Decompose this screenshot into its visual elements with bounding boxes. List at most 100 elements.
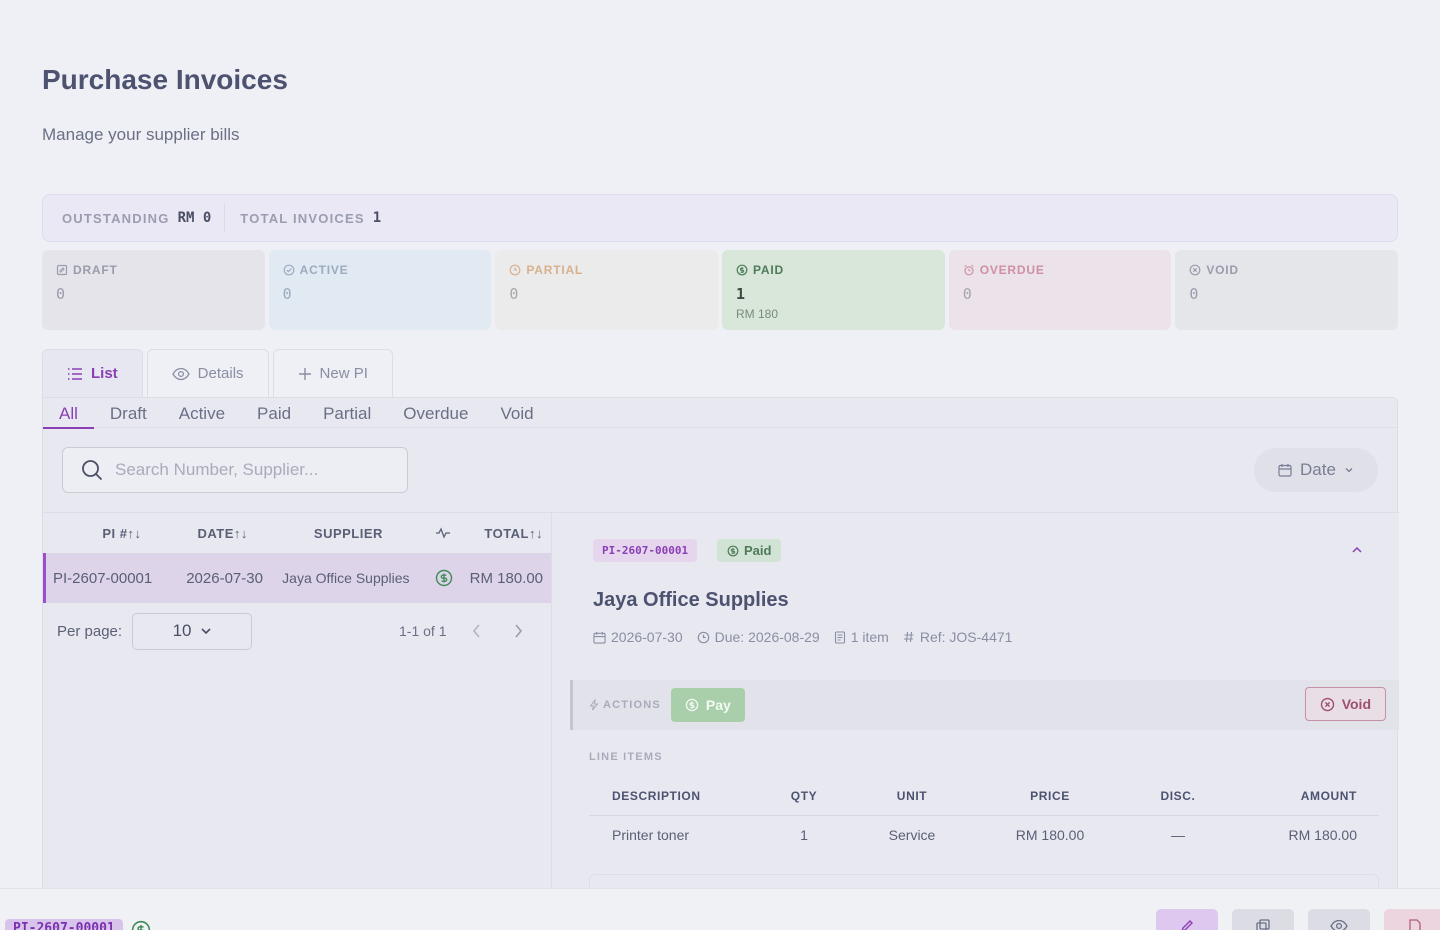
row-supplier: Jaya Office Supplies xyxy=(282,570,410,586)
column-date[interactable]: DATE↑↓ xyxy=(171,526,275,541)
summary-outstanding: OUTSTANDING RM 0 xyxy=(62,210,211,226)
invoice-detail: PI-2607-00001 Paid Jaya Office Supplies … xyxy=(553,512,1399,930)
total-invoices-label: TOTAL INVOICES xyxy=(240,210,365,226)
status-card-label: DRAFT xyxy=(73,263,118,277)
meta-items-value: 1 item xyxy=(850,629,889,645)
date-filter-label: Date xyxy=(1300,460,1336,479)
column-pi[interactable]: PI #↑↓ xyxy=(43,526,171,541)
filter-tab-all[interactable]: All xyxy=(43,398,94,429)
status-card-label: VOID xyxy=(1206,263,1239,277)
meta-ref: Ref: JOS-4471 xyxy=(903,629,1012,645)
li-column-price: PRICE xyxy=(1030,788,1070,803)
filter-tabs: All Draft Active Paid Partial Overdue Vo… xyxy=(43,398,1397,429)
supplier-name: Jaya Office Supplies xyxy=(593,589,789,611)
status-badge-label: Paid xyxy=(744,543,772,558)
actions-bar: ACTIONS Pay Void xyxy=(570,680,1399,730)
line-items-label: LINE ITEMS xyxy=(589,751,663,763)
document-icon xyxy=(834,630,845,644)
pagination-range: 1-1 of 1 xyxy=(399,623,447,639)
chevron-down-icon xyxy=(200,628,211,635)
tab-new-pi[interactable]: New PI xyxy=(272,349,393,397)
filter-tab-paid[interactable]: Paid xyxy=(241,398,307,428)
edit-button[interactable] xyxy=(1156,909,1218,930)
per-page-select[interactable]: 10 xyxy=(132,612,253,650)
status-card-void[interactable]: VOID 0 xyxy=(1175,250,1399,330)
chevron-down-icon xyxy=(1345,468,1353,473)
row-status xyxy=(423,569,465,587)
status-card-overdue-label-row: OVERDUE xyxy=(963,263,1158,277)
outstanding-value: RM 0 xyxy=(177,210,212,226)
preview-button[interactable] xyxy=(1308,909,1370,930)
status-card-amount: RM 180 xyxy=(736,307,779,321)
tab-list[interactable]: List xyxy=(42,349,143,397)
lightning-icon xyxy=(589,699,599,711)
status-card-label: PAID xyxy=(753,263,784,277)
status-card-overdue[interactable]: OVERDUE 0 xyxy=(948,250,1172,330)
total-invoices-value: 1 xyxy=(372,210,382,226)
summary-divider xyxy=(224,204,226,232)
export-button[interactable] xyxy=(1384,909,1440,930)
date-filter-button[interactable]: Date xyxy=(1254,448,1378,492)
x-circle-icon xyxy=(1320,697,1334,711)
calendar-icon xyxy=(593,631,606,644)
search-box xyxy=(62,447,408,493)
chevron-right-icon[interactable] xyxy=(512,623,524,639)
row-date: 2026-07-30 xyxy=(186,569,263,587)
pay-button-label: Pay xyxy=(705,697,731,713)
invoice-meta: 2026-07-30 Due: 2026-08-29 1 item Ref: J… xyxy=(593,629,1012,645)
status-card-label: ACTIVE xyxy=(299,263,349,277)
pagination: Per page: 10 1-1 of 1 xyxy=(43,603,551,659)
hash-icon xyxy=(903,631,914,643)
summary-total: TOTAL INVOICES 1 xyxy=(240,210,381,226)
line-items-table: DESCRIPTION QTY UNIT PRICE DISC. AMOUNT … xyxy=(589,776,1379,854)
status-card-active[interactable]: ACTIVE 0 xyxy=(268,250,492,330)
tab-details-label: Details xyxy=(197,365,244,382)
li-description: Printer toner xyxy=(612,827,690,843)
search-input[interactable] xyxy=(115,460,395,480)
filter-tab-overdue[interactable]: Overdue xyxy=(387,398,484,428)
chevron-left-icon[interactable] xyxy=(471,623,483,639)
summary-bar: OUTSTANDING RM 0 TOTAL INVOICES 1 xyxy=(42,194,1398,242)
copy-icon xyxy=(1256,919,1270,930)
status-card-partial[interactable]: PARTIAL 0 xyxy=(495,250,719,330)
pencil-icon xyxy=(1181,920,1193,930)
void-button-label: Void xyxy=(1341,696,1371,712)
void-button[interactable]: Void xyxy=(1304,687,1386,721)
status-card-paid[interactable]: PAID 1 RM 180 xyxy=(722,250,945,330)
chevron-up-icon[interactable] xyxy=(1351,545,1363,555)
invoice-detail-header: PI-2607-00001 Paid Jaya Office Supplies … xyxy=(553,512,1399,680)
status-card-label: OVERDUE xyxy=(979,263,1045,277)
actions-label: ACTIONS xyxy=(603,699,661,711)
tab-new-pi-label: New PI xyxy=(319,365,368,382)
tab-details[interactable]: Details xyxy=(146,349,269,397)
column-supplier: SUPPLIER xyxy=(313,525,383,541)
status-card-partial-label-row: PARTIAL xyxy=(509,263,704,277)
duplicate-button[interactable] xyxy=(1232,909,1294,930)
pay-button[interactable]: Pay xyxy=(670,688,745,722)
status-card-draft[interactable]: DRAFT 0 xyxy=(42,250,265,330)
column-total[interactable]: TOTAL↑↓ xyxy=(464,526,551,541)
row-total: RM 180.00 xyxy=(469,569,544,587)
table-row[interactable]: PI-2607-00001 2026-07-30 Jaya Office Sup… xyxy=(43,553,551,603)
filter-tab-void[interactable]: Void xyxy=(484,398,549,428)
filter-tab-active[interactable]: Active xyxy=(163,398,241,428)
bottom-action-bar: PI-2607-00001 xyxy=(0,888,1440,930)
tab-list-label: List xyxy=(91,365,118,382)
page-title: Purchase Invoices xyxy=(42,64,288,95)
clock-icon xyxy=(697,631,709,643)
li-column-amount: AMOUNT xyxy=(1300,788,1357,803)
dollar-circle-icon xyxy=(727,545,739,556)
plus-icon xyxy=(298,367,311,380)
status-cards: DRAFT 0 ACTIVE 0 PARTIAL 0 PAID 1 RM 180… xyxy=(42,250,1399,330)
status-card-count: 0 xyxy=(282,285,292,303)
filter-tab-partial[interactable]: Partial xyxy=(307,398,387,428)
filter-tab-draft[interactable]: Draft xyxy=(94,398,163,428)
invoice-number-badge: PI-2607-00001 xyxy=(593,539,698,562)
status-card-count: 0 xyxy=(1189,285,1199,303)
li-column-description: DESCRIPTION xyxy=(612,788,701,803)
meta-date-value: 2026-07-30 xyxy=(611,629,683,645)
file-icon xyxy=(1409,919,1421,930)
content-panel: All Draft Active Paid Partial Overdue Vo… xyxy=(42,397,1399,930)
per-page-label: Per page: xyxy=(57,622,123,640)
eye-icon xyxy=(171,367,190,380)
